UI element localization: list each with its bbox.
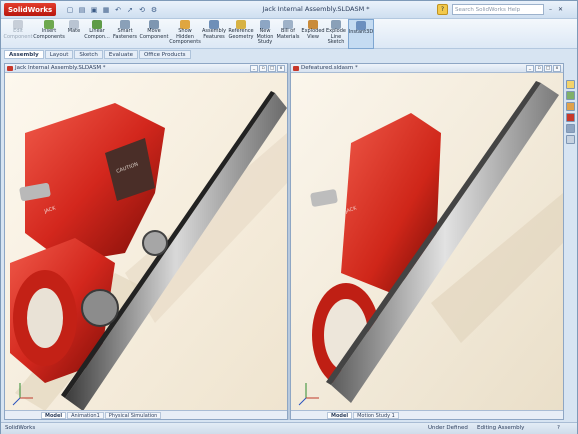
right-model-tabs: Model Motion Study 1	[291, 410, 563, 419]
status-bar: SolidWorks Under Defined Editing Assembl…	[1, 422, 577, 434]
title-bar: SolidWorks ▢ ▤ ▣ ▦ ↶ ➚ ⟲ ⚙ Jack Internal…	[1, 1, 577, 19]
help-icon[interactable]: ?	[437, 4, 448, 15]
left-viewport-titlebar: Jack Internal Assembly.SLDASM * _ ▫ □ x	[5, 64, 287, 73]
exploded-view-button[interactable]: Exploded View	[301, 19, 325, 49]
status-app-name: SolidWorks	[5, 425, 36, 431]
new-icon[interactable]: ▢	[65, 4, 75, 15]
tab-evaluate[interactable]: Evaluate	[103, 50, 138, 59]
command-manager-tabs: Assembly Layout Sketch Evaluate Office P…	[4, 50, 191, 59]
right-restore-button[interactable]: ▫	[535, 65, 543, 72]
left-3d-scene[interactable]: CAUTION JACK	[5, 73, 287, 411]
close-button[interactable]: ✕	[556, 4, 565, 14]
options-icon[interactable]: ⚙	[149, 4, 159, 15]
rebuild-icon[interactable]: ⟲	[137, 4, 147, 15]
view-palette-icon[interactable]	[566, 113, 575, 122]
left-close-button[interactable]: x	[277, 65, 285, 72]
insert-components-button[interactable]: Insert Components	[33, 19, 65, 49]
reference-geometry-button[interactable]: Reference Geometry	[228, 19, 254, 49]
status-help-icon[interactable]: ?	[557, 425, 560, 431]
motor-cylinder-bore	[27, 288, 63, 348]
left-viewport[interactable]: Jack Internal Assembly.SLDASM * _ ▫ □ x	[4, 63, 288, 420]
minimize-button[interactable]: –	[546, 4, 555, 14]
save-icon[interactable]: ▣	[89, 4, 99, 15]
tab-physical-simulation[interactable]: Physical Simulation	[104, 412, 162, 419]
worm-gear	[142, 230, 168, 256]
tab-assembly[interactable]: Assembly	[4, 50, 44, 59]
window-controls: – ✕	[546, 4, 565, 14]
left-model-tabs: Model Animation1 Physical Simulation	[5, 410, 287, 419]
tab-office-products[interactable]: Office Products	[138, 50, 191, 59]
bill-of-materials-button[interactable]: Bill of Materials	[276, 19, 300, 49]
tab-model-left[interactable]: Model	[41, 412, 67, 419]
edit-component-button[interactable]: Edit Component	[3, 19, 33, 49]
select-icon[interactable]: ➚	[125, 4, 135, 15]
right-viewport-title: Defeatured.sldasm *	[301, 65, 358, 71]
smart-fasteners-button[interactable]: Smart Fasteners	[112, 19, 138, 49]
left-viewport-title: Jack Internal Assembly.SLDASM *	[15, 65, 106, 71]
task-pane-tabs	[566, 80, 577, 144]
undo-icon[interactable]: ↶	[113, 4, 123, 15]
left-viewport-window-buttons: _ ▫ □ x	[250, 65, 285, 72]
custom-properties-icon[interactable]	[566, 135, 575, 144]
appearances-icon[interactable]	[566, 124, 575, 133]
command-manager: Edit Component Insert Components Mate Li…	[1, 19, 577, 49]
design-library-icon[interactable]	[566, 91, 575, 100]
left-restore-button[interactable]: ▫	[259, 65, 267, 72]
open-icon[interactable]: ▤	[77, 4, 87, 15]
quick-access-toolbar: ▢ ▤ ▣ ▦ ↶ ➚ ⟲ ⚙	[65, 4, 159, 15]
right-minimize-button[interactable]: _	[526, 65, 534, 72]
right-viewport-window-buttons: _ ▫ □ x	[526, 65, 561, 72]
right-3d-scene[interactable]: JACK	[291, 73, 563, 411]
linear-component-pattern-button[interactable]: Linear Compon...	[84, 19, 110, 49]
explode-line-sketch-button[interactable]: Explode Line Sketch	[326, 19, 346, 49]
status-mode: Editing Assembly	[477, 425, 525, 431]
tab-model-right[interactable]: Model	[327, 412, 353, 419]
right-maximize-button[interactable]: □	[544, 65, 552, 72]
solidworks-logo[interactable]: SolidWorks	[4, 3, 57, 16]
status-definition: Under Defined	[428, 425, 468, 431]
print-icon[interactable]: ▦	[101, 4, 111, 15]
tab-sketch[interactable]: Sketch	[74, 50, 103, 59]
assembly-icon	[7, 66, 13, 71]
solidworks-window: SolidWorks ▢ ▤ ▣ ▦ ↶ ➚ ⟲ ⚙ Jack Internal…	[0, 0, 578, 434]
solidworks-resources-icon[interactable]	[566, 80, 575, 89]
pinion-gear	[81, 289, 119, 327]
show-hidden-components-button[interactable]: Show Hidden Components	[169, 19, 201, 49]
move-component-button[interactable]: Move Component	[139, 19, 169, 49]
tab-motion-study-1[interactable]: Motion Study 1	[353, 412, 399, 419]
tab-layout[interactable]: Layout	[44, 50, 74, 59]
assembly-features-button[interactable]: Assembly Features	[202, 19, 226, 49]
file-explorer-icon[interactable]	[566, 102, 575, 111]
left-minimize-button[interactable]: _	[250, 65, 258, 72]
document-title: Jack Internal Assembly.SLDASM *	[262, 5, 370, 13]
right-close-button[interactable]: x	[553, 65, 561, 72]
mate-button[interactable]: Mate	[66, 19, 82, 49]
tab-animation1[interactable]: Animation1	[67, 412, 104, 419]
assembly-icon	[293, 66, 299, 71]
help-search-input[interactable]: Search SolidWorks Help	[452, 4, 544, 15]
instant3d-button[interactable]: Instant3D	[348, 19, 374, 49]
right-viewport-titlebar: Defeatured.sldasm * _ ▫ □ x	[291, 64, 563, 73]
left-maximize-button[interactable]: □	[268, 65, 276, 72]
new-motion-study-button[interactable]: New Motion Study	[256, 19, 274, 49]
right-viewport[interactable]: Defeatured.sldasm * _ ▫ □ x JACK Model M…	[290, 63, 564, 420]
